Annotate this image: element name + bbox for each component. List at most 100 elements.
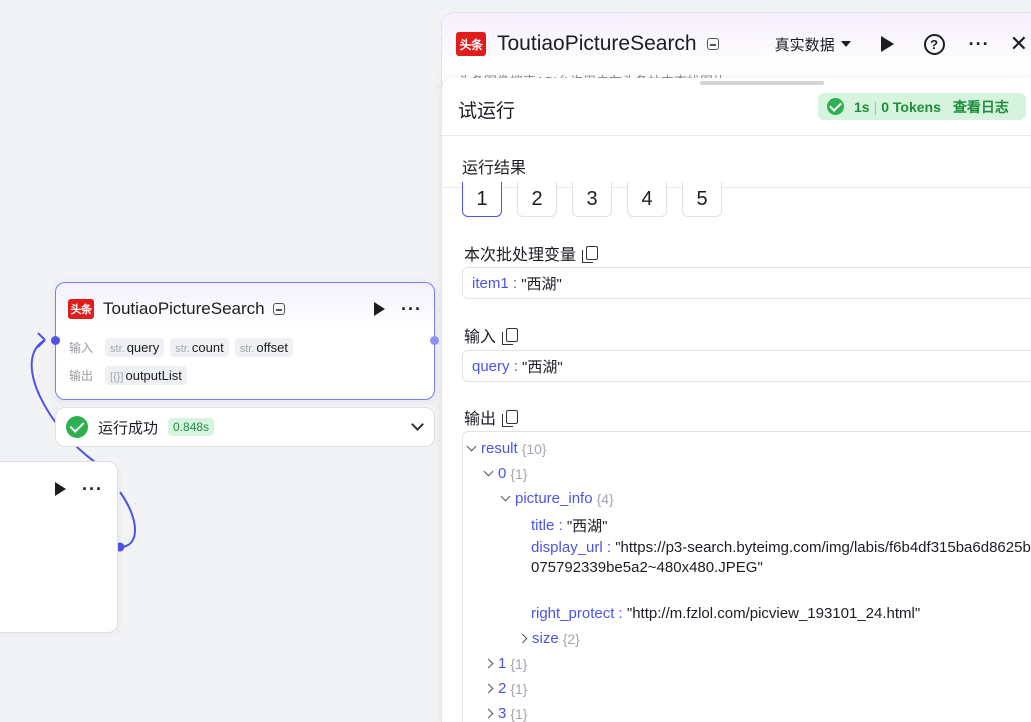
batch-var-section: 本次批处理变量 <box>464 241 599 265</box>
tree-node-size[interactable]: size {2} <box>517 630 580 647</box>
input-port[interactable] <box>51 336 60 345</box>
chevron-right-icon <box>483 708 494 719</box>
input-value-box: query : "西湖" <box>462 350 1031 382</box>
tree-node-picture-info[interactable]: picture_info {4} <box>500 490 614 507</box>
chevron-down-icon[interactable] <box>411 418 424 431</box>
data-mode-label: 真实数据 <box>774 36 835 54</box>
tree-node-3[interactable]: 3 {1} <box>483 705 527 722</box>
input-tag-count: str. count <box>170 338 229 357</box>
type-label: str. <box>175 343 190 355</box>
tree-count: {2} <box>562 630 580 647</box>
test-run-panel: 试运行 1s | 0 Tokens 查看日志 运行结果 1 2 3 4 5 本次… <box>441 78 1031 722</box>
node-inputs-row: 输入 str. query str. count str. offset <box>69 338 293 357</box>
toutiao-logo-icon: 头条 <box>68 299 94 319</box>
type-label: str. <box>110 343 125 355</box>
output-section: 输出 <box>464 405 519 429</box>
tree-node-0[interactable]: 0 {1} <box>483 465 527 482</box>
chevron-right-icon <box>483 658 494 669</box>
tree-node-1[interactable]: 1 {1} <box>483 655 528 672</box>
tree-leaf-display-url: display_url : "https://p3-search.byteimg… <box>531 538 1031 578</box>
tree-key: 3 <box>498 705 507 722</box>
tree-key: 2 <box>498 680 507 697</box>
view-log-link[interactable]: 查看日志 <box>953 97 1009 117</box>
output-tag-outputlist: [{}] outputList <box>105 366 187 385</box>
toutiao-logo-icon: 头条 <box>456 32 486 56</box>
output-port[interactable] <box>430 336 439 345</box>
chevron-right-icon <box>483 683 494 694</box>
node-title: ToutiaoPictureSearch <box>103 299 265 318</box>
copy-icon[interactable] <box>582 246 599 263</box>
results-title: 运行结果 <box>462 160 527 177</box>
batch-tabs: 1 2 3 4 5 <box>462 182 722 217</box>
input-tag-query: str. query <box>105 338 165 357</box>
plugin-node-toutiao[interactable]: 头条 ToutiaoPictureSearch ··· 输入 str. query… <box>51 282 439 400</box>
tree-key: title : <box>531 517 563 534</box>
secondary-node[interactable]: ··· <box>0 461 118 633</box>
run-play-icon[interactable] <box>880 36 894 52</box>
result-duration: 1s <box>854 98 870 115</box>
tree-key: size <box>532 630 559 647</box>
plugin-store-icon <box>272 303 285 315</box>
var-key: item1 : <box>472 274 518 292</box>
more-icon[interactable]: ··· <box>969 35 990 53</box>
param-name: count <box>191 340 224 355</box>
batch-tab-4[interactable]: 4 <box>627 182 667 217</box>
tree-node-2[interactable]: 2 {1} <box>483 680 528 697</box>
tree-key: display_url : <box>531 539 612 556</box>
chevron-down-icon <box>483 466 494 477</box>
panel-title: ToutiaoPictureSearch <box>497 32 697 55</box>
plugin-store-icon <box>706 38 719 50</box>
var-value: "西湖" <box>521 275 562 293</box>
run-time-badge: 0.848s <box>168 418 215 436</box>
success-check-icon <box>827 98 844 115</box>
tree-leaf-right-protect: right_protect : "http://m.fzlol.com/picv… <box>531 605 920 622</box>
output-json-tree: result {10} 0 {1} picture_info {4} title… <box>462 431 1031 722</box>
edge-loop <box>119 491 136 548</box>
result-tokens: 0 Tokens <box>881 98 941 115</box>
output-title: 输出 <box>464 411 497 428</box>
tree-value: "http://m.fzlol.com/picview_193101_24.ht… <box>626 605 921 622</box>
tree-key: result <box>481 440 518 457</box>
tree-count: {10} <box>521 440 547 457</box>
param-name: query <box>126 340 160 355</box>
batch-tab-1[interactable]: 1 <box>462 182 502 217</box>
type-label: [{}] <box>110 371 124 383</box>
caret-down-icon <box>840 41 851 47</box>
output-label: 输出 <box>69 369 94 383</box>
result-summary-badge: 1s | 0 Tokens 查看日志 <box>818 93 1026 120</box>
close-icon[interactable]: ✕ <box>1010 33 1028 55</box>
input-section: 输入 <box>464 323 519 347</box>
chevron-down-icon <box>466 441 477 452</box>
input-title: 输入 <box>464 329 497 346</box>
success-check-icon <box>66 416 88 438</box>
tree-node-result[interactable]: result {10} <box>466 440 547 457</box>
chevron-down-icon <box>500 491 511 502</box>
help-icon[interactable]: ? <box>923 33 945 55</box>
node-outputs-row: 输出 [{}] outputList <box>69 366 187 385</box>
data-mode-dropdown[interactable]: 真实数据 <box>775 34 851 55</box>
edge-arrow <box>37 332 46 348</box>
test-run-title: 试运行 <box>458 101 516 122</box>
more-icon[interactable]: ··· <box>82 480 103 498</box>
batch-tab-3[interactable]: 3 <box>572 182 612 217</box>
type-label: str. <box>239 343 255 355</box>
batch-tab-2[interactable]: 2 <box>517 182 557 217</box>
param-name: offset <box>256 340 288 355</box>
input-label: 输入 <box>69 341 94 355</box>
play-icon[interactable] <box>55 482 67 496</box>
copy-icon[interactable] <box>502 410 519 427</box>
tree-key: right_protect : <box>531 605 623 622</box>
chevron-right-icon <box>517 633 528 644</box>
tree-key: 0 <box>498 465 507 482</box>
input-value: "西湖" <box>522 358 563 376</box>
tree-count: {1} <box>510 680 528 697</box>
more-icon[interactable]: ··· <box>401 300 422 318</box>
batch-tab-5[interactable]: 5 <box>682 182 722 217</box>
play-icon[interactable] <box>374 302 386 316</box>
tree-leaf-title: title : "西湖" <box>531 515 608 536</box>
tree-count: {1} <box>510 655 528 672</box>
separator: | <box>873 98 878 115</box>
copy-icon[interactable] <box>502 328 519 345</box>
input-key: query : <box>472 357 518 375</box>
run-status-bar[interactable]: 运行成功 0.848s <box>55 407 435 447</box>
